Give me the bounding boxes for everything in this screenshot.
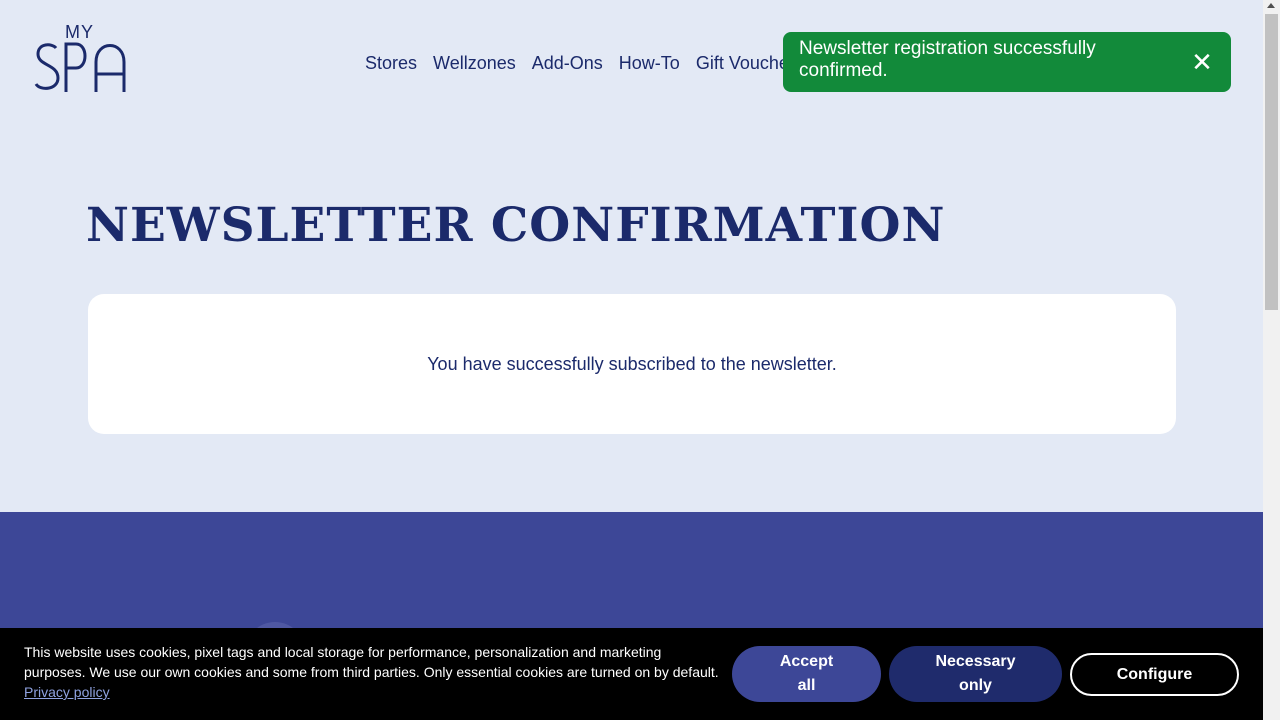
nav-item-gift-vouchers[interactable]: Gift Vouche xyxy=(696,52,789,74)
scroll-up-arrow-icon[interactable] xyxy=(1267,3,1275,8)
necessary-only-button[interactable]: Necessary only xyxy=(889,646,1062,702)
configure-button[interactable]: Configure xyxy=(1070,653,1239,696)
toast-message: Newsletter registration successfully con… xyxy=(799,38,1096,81)
cookie-banner: This website uses cookies, pixel tags an… xyxy=(0,628,1263,720)
logo[interactable]: MY xyxy=(34,22,126,94)
confirmation-card: You have successfully subscribed to the … xyxy=(88,294,1176,434)
privacy-policy-link[interactable]: Privacy policy xyxy=(24,684,110,700)
nav-item-how-to[interactable]: How-To xyxy=(619,52,680,74)
cookie-text: This website uses cookies, pixel tags an… xyxy=(24,642,724,702)
confirmation-message: You have successfully subscribed to the … xyxy=(427,353,837,374)
nav-item-stores[interactable]: Stores xyxy=(365,52,417,74)
cookie-message: This website uses cookies, pixel tags an… xyxy=(24,644,719,680)
page-scrollbar[interactable] xyxy=(1263,0,1280,720)
success-toast: Newsletter registration successfully con… xyxy=(783,32,1231,92)
main-nav: Stores Wellzones Add-Ons How-To Gift Vou… xyxy=(365,52,789,74)
accept-all-button[interactable]: Accept all xyxy=(732,646,881,702)
nav-item-wellzones[interactable]: Wellzones xyxy=(433,52,516,74)
nav-item-add-ons[interactable]: Add-Ons xyxy=(532,52,603,74)
close-icon[interactable]: ✕ xyxy=(1189,49,1215,75)
logo-spa-wordmark xyxy=(34,42,126,92)
page-title: NEWSLETTER CONFIRMATION xyxy=(86,198,946,253)
scrollbar-thumb[interactable] xyxy=(1265,14,1278,310)
